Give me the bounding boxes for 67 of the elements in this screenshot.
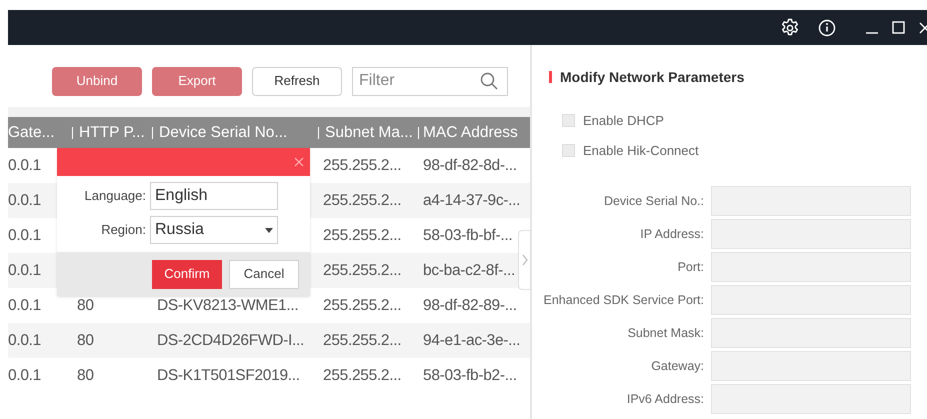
search-icon[interactable] (480, 72, 498, 90)
input-field[interactable] (711, 384, 911, 414)
table-cell: 80 (77, 332, 94, 348)
field-label: IP Address: (639, 226, 705, 243)
panel-title: Modify Network Parameters (560, 68, 744, 87)
input-field[interactable] (711, 318, 911, 348)
table-cell: 0.0.1 (8, 366, 41, 384)
chevron-right-icon (522, 254, 528, 266)
column-header[interactable]: MAC Address (423, 120, 518, 144)
region-dropdown[interactable]: Russia (150, 216, 278, 244)
field-label: Region: (100, 221, 147, 240)
settings-icon[interactable] (780, 18, 800, 38)
field-label: Gateway: (650, 358, 705, 375)
table-cell: 0.0.1 (8, 192, 41, 208)
table-cell: 255.255.2... (323, 332, 402, 348)
checkbox-label: Enable DHCP (583, 112, 664, 130)
toolbar-button[interactable]: Refresh (252, 66, 342, 96)
table-cell: 0.0.1 (8, 262, 41, 278)
table-cell: DS-2CD4D26FWD-I... (157, 332, 304, 348)
maximize-icon[interactable] (892, 21, 905, 34)
input-field[interactable] (711, 186, 911, 216)
accent-bar (549, 71, 552, 83)
checkbox[interactable] (562, 114, 575, 128)
field-label: Port: (676, 258, 705, 276)
field-label: IPv6 Address: (626, 390, 705, 408)
info-icon[interactable] (818, 18, 836, 36)
table-cell: a4-14-37-9c-... (423, 192, 520, 208)
field-label: Enhanced SDK Service Port: (542, 292, 705, 309)
table-cell: bc-ba-c2-8f-... (423, 262, 515, 278)
cancel-button[interactable]: Cancel (229, 260, 299, 288)
table-cell: DS-KV8213-WME1... (157, 296, 298, 314)
table-cell: 80 (77, 296, 94, 314)
table-cell: 255.255.2... (323, 192, 402, 208)
field-label: Subnet Mask: (626, 324, 705, 342)
table-cell: 255.255.2... (323, 296, 402, 314)
caret-icon (265, 228, 273, 232)
column-header[interactable]: Subnet Ma... (325, 120, 413, 144)
checkbox-label: Enable Hik-Connect (583, 142, 699, 160)
confirm-button[interactable]: Confirm (152, 260, 222, 288)
table-cell: 0.0.1 (8, 156, 41, 174)
table-cell: 255.255.2... (323, 226, 402, 244)
input-field[interactable] (711, 219, 911, 249)
column-header[interactable]: Device Serial No... (159, 120, 288, 144)
table-cell: 0.0.1 (8, 226, 41, 244)
table-cell: 80 (77, 366, 94, 384)
table-cell: 58-03-fb-bf-... (423, 226, 512, 244)
table-cell: 98-df-82-8d-... (423, 156, 517, 174)
checkbox[interactable] (562, 144, 575, 157)
input-field[interactable] (711, 285, 911, 315)
table-cell: 58-03-fb-b2-... (423, 366, 517, 384)
table-cell: 94-e1-ac-3e-... (423, 332, 520, 348)
language-field[interactable]: English (150, 182, 278, 210)
column-header[interactable]: Gate... (8, 120, 55, 144)
column-header[interactable]: HTTP P... (79, 120, 145, 144)
filter-field[interactable]: Filter (352, 66, 508, 96)
table-cell: 0.0.1 (8, 296, 41, 314)
table-cell: DS-K1T501SF2019... (157, 366, 300, 384)
table-cell: 255.255.2... (323, 366, 402, 384)
field-label: Language: (84, 187, 147, 206)
table-cell: 0.0.1 (8, 332, 41, 348)
table-cell: 255.255.2... (323, 262, 402, 278)
table-cell: 98-df-82-89-... (423, 296, 517, 314)
input-field[interactable] (711, 351, 911, 381)
collapse-handle[interactable] (518, 230, 531, 290)
input-field[interactable] (711, 252, 911, 282)
field-label: Device Serial No.: (602, 192, 705, 210)
table-cell: 255.255.2... (323, 156, 402, 174)
